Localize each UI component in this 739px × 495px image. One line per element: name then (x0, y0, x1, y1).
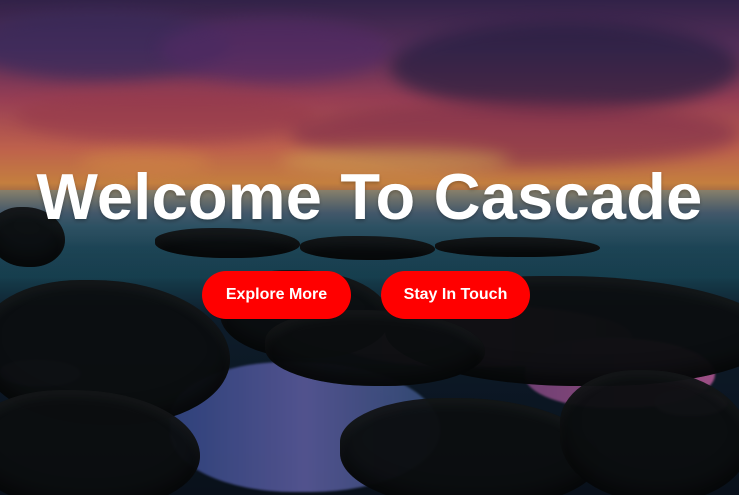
hero-actions: Explore More Stay In Touch (202, 271, 530, 319)
hero-section: Welcome To Cascade Explore More Stay In … (0, 0, 739, 495)
hero-title: Welcome To Cascade (36, 160, 703, 233)
explore-more-button[interactable]: Explore More (202, 271, 351, 319)
stay-in-touch-button[interactable]: Stay In Touch (381, 271, 530, 319)
image-overlay (0, 0, 739, 495)
